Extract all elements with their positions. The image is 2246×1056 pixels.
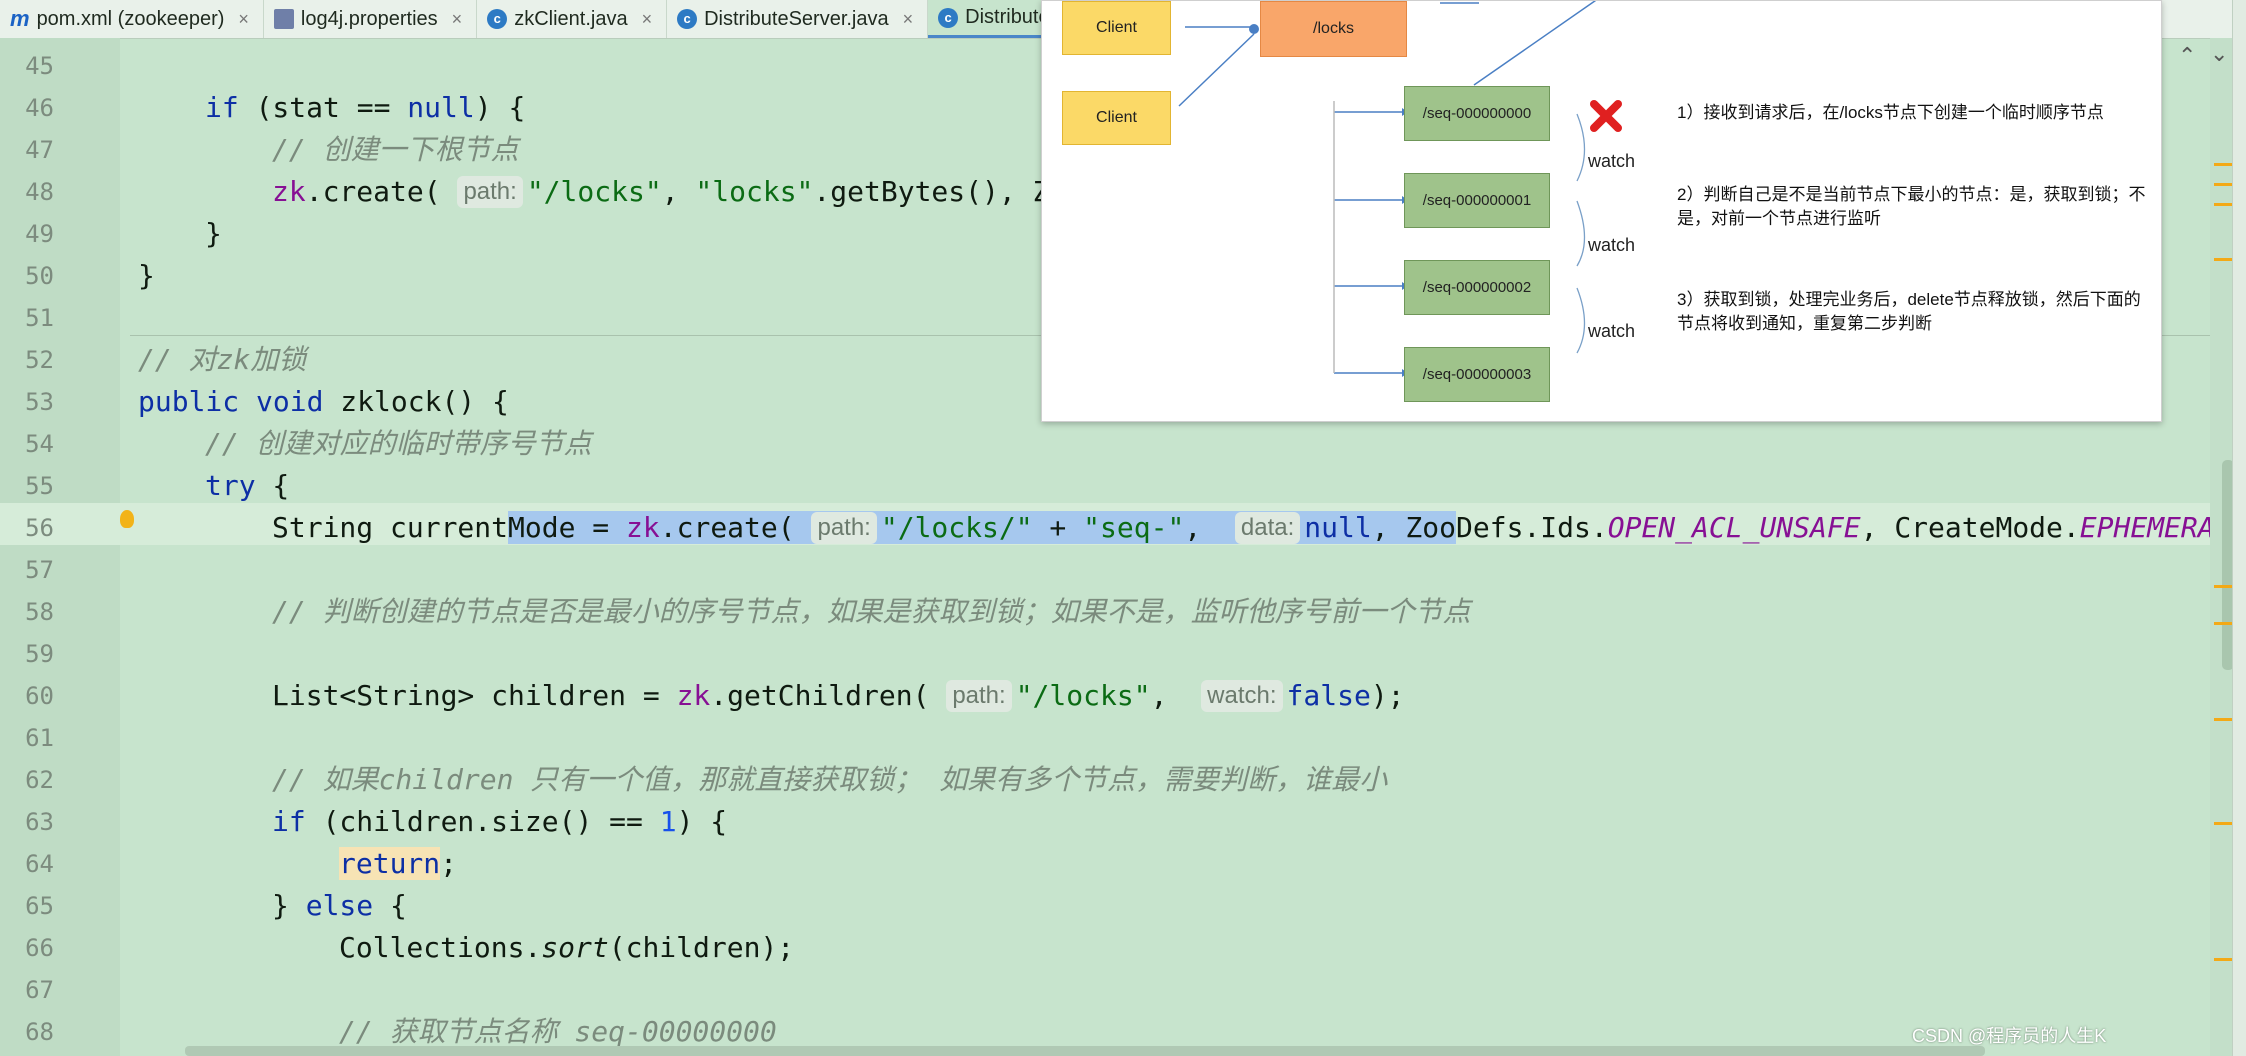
code-text: List<String> children = zk.getChildren( … [272, 679, 1405, 712]
class-icon: c [938, 7, 959, 28]
code-text: } [138, 259, 155, 292]
code-line: 54 // 创建对应的临时带序号节点 [0, 423, 2200, 465]
line-number: 63 [25, 808, 54, 836]
line-number: 52 [25, 346, 54, 374]
step-3-text: 3）获取到锁，处理完业务后，delete节点释放锁，然后下面的节点将收到通知，重… [1677, 290, 2141, 333]
tab-label: Distribute [965, 6, 1050, 28]
line-number: 56 [25, 514, 54, 542]
line-number: 68 [25, 1018, 54, 1046]
line-number: 47 [25, 136, 54, 164]
close-icon[interactable]: × [903, 9, 914, 30]
watch-label: watch [1588, 235, 1636, 255]
client-box: Client [1062, 91, 1171, 145]
line-number: 46 [25, 94, 54, 122]
step-1-text: 1）接收到请求后，在/locks节点下创建一个临时顺序节点 [1677, 103, 2104, 122]
seq-node: /seq-000000001 [1404, 173, 1550, 228]
line-number: 58 [25, 598, 54, 626]
horizontal-scrollbar[interactable] [185, 1046, 1985, 1056]
locks-node: /locks [1260, 1, 1407, 57]
chevron-up-icon[interactable]: ⌃ [2178, 44, 2196, 69]
code-line: 62 // 如果children 只有一个值，那就直接获取锁； 如果有多个节点，需… [0, 759, 2200, 801]
line-number: 49 [25, 220, 54, 248]
code-comment: // 对zk加锁 [138, 343, 307, 376]
code-comment: // 判断创建的节点是否是最小的序号节点，如果是获取到锁；如果不是，监听他序号前… [272, 595, 1471, 628]
code-line: 57 [0, 549, 2200, 591]
tab-log4j-properties[interactable]: log4j.properties × [264, 0, 478, 38]
code-text: } else { [272, 889, 407, 922]
tab-label: pom.xml (zookeeper) [36, 7, 225, 30]
code-line: 65 } else { [0, 885, 2200, 927]
line-number: 65 [25, 892, 54, 920]
watch-label: watch [1588, 151, 1636, 171]
class-icon: c [487, 9, 508, 29]
line-number: 64 [25, 850, 54, 878]
tab-label: DistributeServer.java [704, 7, 889, 30]
code-line: 66 Collections.sort(children); [0, 927, 2200, 969]
code-text: Collections.sort(children); [339, 931, 795, 964]
right-tool-strip [2232, 0, 2246, 1056]
line-number: 54 [25, 430, 54, 458]
close-icon[interactable]: × [238, 9, 249, 30]
line-number: 48 [25, 178, 54, 206]
code-text: } [205, 217, 222, 250]
class-icon: c [677, 9, 698, 29]
line-number: 45 [25, 52, 54, 80]
line-number: 66 [25, 934, 54, 962]
line-number: 67 [25, 976, 54, 1004]
tab-label: zkClient.java [514, 7, 628, 30]
line-number: 59 [25, 640, 54, 668]
code-text: try { [205, 469, 290, 502]
code-comment: // 创建对应的临时带序号节点 [205, 427, 592, 460]
tab-distributeserver-java[interactable]: c DistributeServer.java × [667, 0, 929, 38]
code-line: 60 List<String> children = zk.getChildren… [0, 675, 2200, 717]
zookeeper-lock-diagram: Client Client /locks /seq-000000000 /seq… [1041, 0, 2162, 422]
tab-label: log4j.properties [300, 7, 438, 30]
code-text: public void zklock() { [138, 385, 509, 418]
line-number: 50 [25, 262, 54, 290]
seq-node: /seq-000000002 [1404, 260, 1550, 315]
maven-icon: m [10, 6, 30, 31]
code-text: String currentMode = zk.create( path: "/l… [272, 511, 2246, 544]
red-x-icon [1590, 100, 1622, 132]
seq-node: /seq-000000000 [1404, 86, 1550, 141]
code-comment: // 创建一下根节点 [272, 133, 519, 166]
line-number: 51 [25, 304, 54, 332]
tab-pom-xml[interactable]: m pom.xml (zookeeper) × [0, 0, 264, 38]
code-line-current: 56 String currentMode = zk.create( path: "… [0, 507, 2246, 549]
close-icon[interactable]: × [642, 9, 653, 30]
code-text: if (children.size() == 1) { [272, 805, 728, 838]
code-text: return; [339, 847, 458, 880]
close-icon[interactable]: × [452, 9, 463, 30]
line-number: 57 [25, 556, 54, 584]
code-line: 55 try { [0, 465, 2200, 507]
chevron-down-icon[interactable]: ⌄ [2210, 42, 2228, 67]
tab-zkclient-java[interactable]: c zkClient.java × [477, 0, 668, 38]
code-line: 58 // 判断创建的节点是否是最小的序号节点，如果是获取到锁；如果不是，监听他序… [0, 591, 2200, 633]
line-number: 53 [25, 388, 54, 416]
code-line: 63 if (children.size() == 1) { [0, 801, 2200, 843]
step-2-text: 2）判断自己是不是当前节点下最小的节点：是，获取到锁；不是，对前一个节点进行监听 [1677, 185, 2146, 228]
client-box: Client [1062, 1, 1171, 55]
watermark: CSDN @程序员的人生K [1912, 1026, 2107, 1046]
code-text: if (stat == null) { [205, 91, 526, 124]
line-number: 55 [25, 472, 54, 500]
line-number: 61 [25, 724, 54, 752]
code-line: 61 [0, 717, 2200, 759]
code-comment: // 如果children 只有一个值，那就直接获取锁； 如果有多个节点，需要判… [272, 763, 1388, 796]
line-number: 62 [25, 766, 54, 794]
line-number: 60 [25, 682, 54, 710]
code-text: zk.create( path: "/locks", "locks".getByt… [272, 175, 1050, 208]
code-line: 67 [0, 969, 2200, 1011]
code-line: 64 return; [0, 843, 2200, 885]
code-line: 59 [0, 633, 2200, 675]
watch-label: watch [1588, 321, 1636, 341]
properties-icon [273, 9, 294, 29]
seq-node: /seq-000000003 [1404, 347, 1550, 402]
